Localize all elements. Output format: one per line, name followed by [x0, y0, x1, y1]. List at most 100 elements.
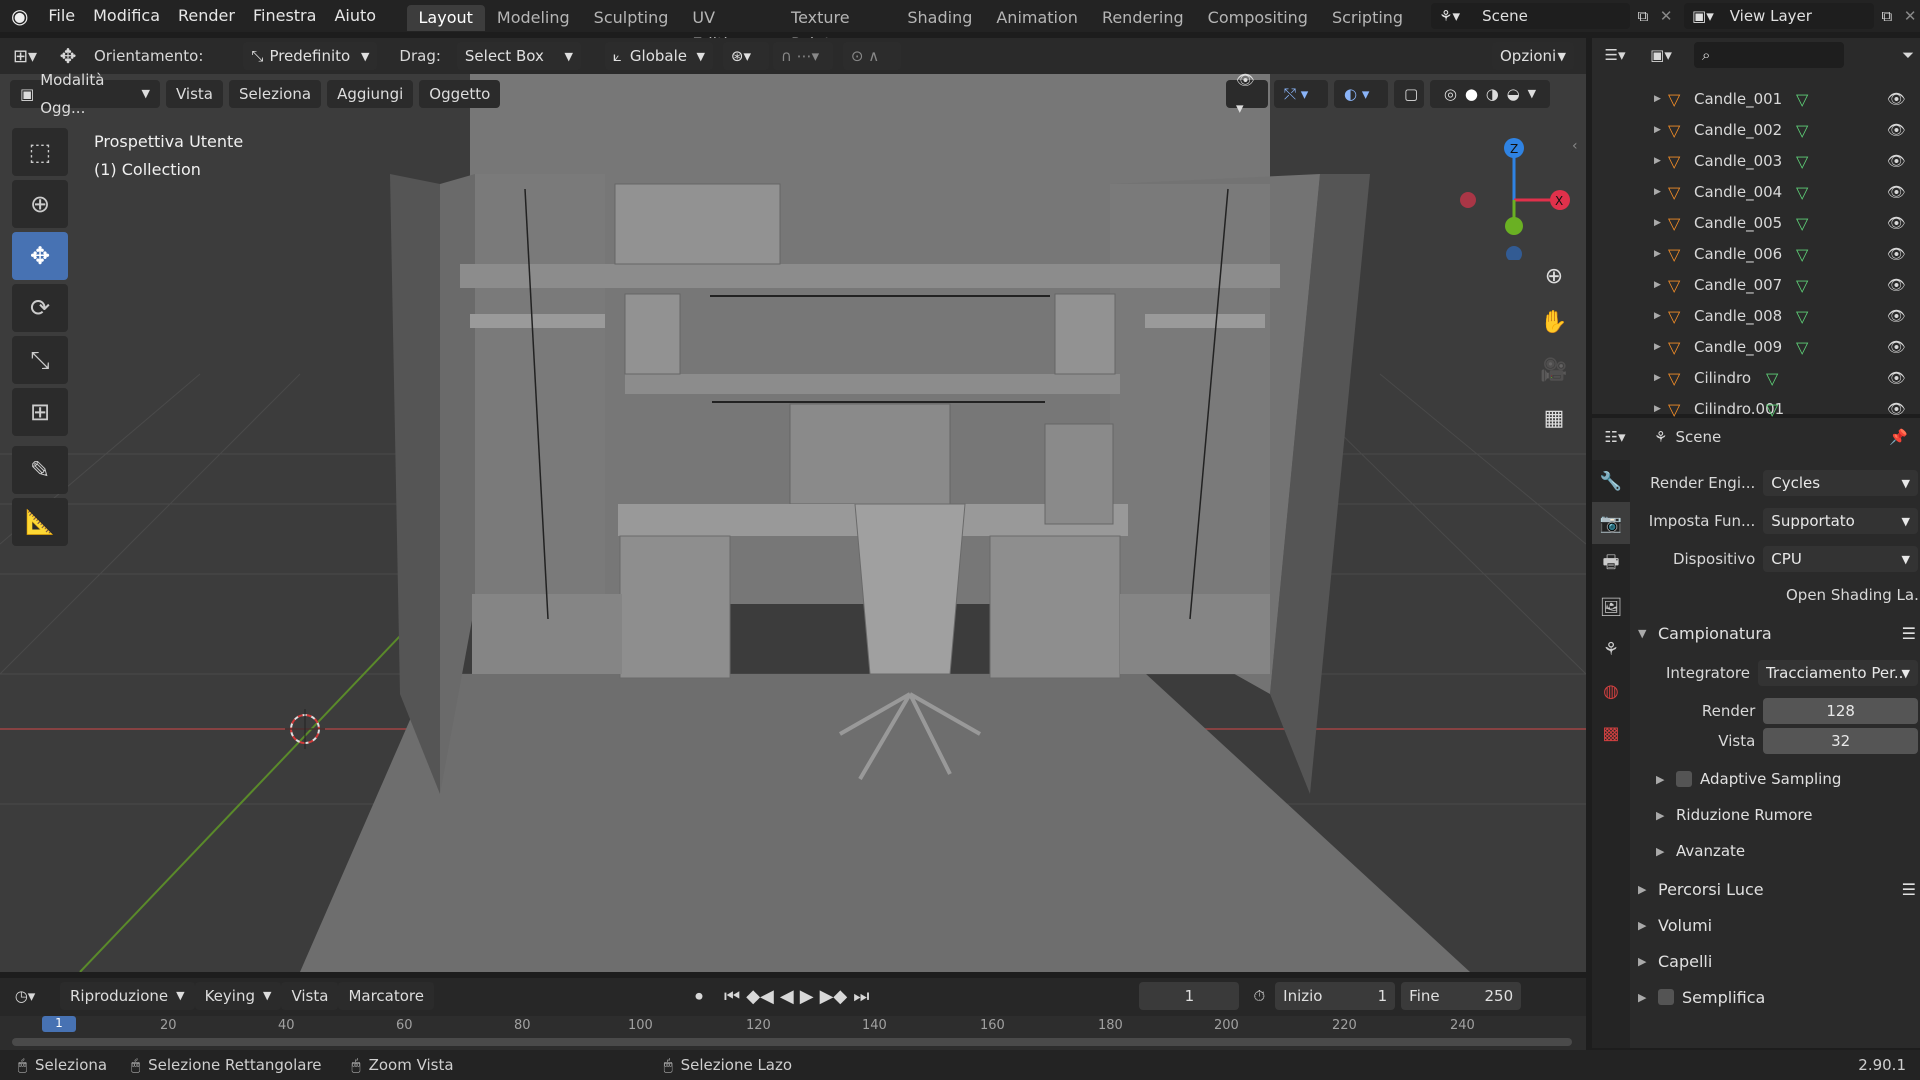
jump-start-icon[interactable]: ⏮	[724, 986, 740, 1007]
options-dropdown[interactable]: Opzioni ▼	[1492, 42, 1574, 70]
tab-uv-editing[interactable]: UV Editing	[680, 5, 779, 53]
eye-icon[interactable]: 👁	[1887, 307, 1906, 325]
menu-view[interactable]: Vista	[166, 80, 223, 108]
outliner-row[interactable]: ▶ ▽ Candle_002 ▽ 👁	[1592, 115, 1920, 145]
move-tool-button[interactable]: ✥	[12, 232, 68, 280]
scale-tool-icon[interactable]: ⤡	[12, 336, 68, 384]
solid-icon[interactable]: ●	[1465, 80, 1478, 108]
record-button[interactable]: ⏺	[684, 987, 714, 1005]
simplify-checkbox[interactable]	[1658, 989, 1674, 1005]
eye-icon[interactable]: 👁	[1887, 338, 1906, 356]
tab-scripting[interactable]: Scripting	[1320, 5, 1415, 31]
next-keyframe-icon[interactable]: ▶◆	[820, 986, 848, 1007]
osl-row[interactable]: Open Shading La...	[1632, 580, 1920, 610]
eye-icon[interactable]: 👁	[1887, 121, 1906, 139]
delete-view-layer-icon[interactable]: ✕	[1900, 7, 1920, 25]
view-layer-selector[interactable]: ▣▾ View Layer	[1684, 3, 1874, 29]
tab-sculpting[interactable]: Sculpting	[582, 5, 681, 31]
denoising-subpanel[interactable]: ▶ Riduzione Rumore	[1638, 800, 1916, 830]
menu-edit[interactable]: Modifica	[84, 0, 169, 32]
pan-hand-icon[interactable]: ✋	[1534, 302, 1574, 342]
expand-arrow-icon[interactable]: ▶	[1654, 156, 1668, 166]
mode-dropdown[interactable]: ▣ Modalità Ogg... ▼	[10, 71, 160, 117]
eye-icon[interactable]: 👁	[1887, 369, 1906, 387]
chevron-down-icon[interactable]: ▼	[1528, 80, 1536, 108]
tab-shading[interactable]: Shading	[895, 5, 984, 31]
play-reverse-icon[interactable]: ◀	[780, 986, 794, 1007]
xray-icon[interactable]: ▢	[1394, 80, 1424, 108]
annotate-tool-icon[interactable]: ✎	[12, 446, 68, 494]
eye-icon[interactable]: 👁	[1887, 90, 1906, 108]
start-frame-field[interactable]: Inizio 1	[1275, 982, 1396, 1010]
filter-icon[interactable]: ⏷	[1902, 46, 1914, 64]
expand-arrow-icon[interactable]: ▶	[1654, 218, 1668, 228]
transform-orientation-dropdown[interactable]: ⟀ Globale ▼	[604, 42, 713, 70]
outliner-row[interactable]: ▶ ▽ Candle_004 ▽ 👁	[1592, 177, 1920, 207]
render-engine-dropdown[interactable]: Cycles ▼	[1763, 470, 1918, 496]
timeline-scrollbar[interactable]	[12, 1038, 1572, 1046]
world-tab-icon[interactable]: ◍	[1592, 670, 1630, 712]
cursor-tool-icon[interactable]: ⊕	[12, 180, 68, 228]
expand-arrow-icon[interactable]: ▶	[1654, 404, 1668, 414]
measure-tool-icon[interactable]: 📐	[12, 498, 68, 546]
gizmo-icon[interactable]: ⤲ ▾	[1274, 80, 1328, 108]
delete-scene-icon[interactable]: ✕	[1656, 7, 1676, 25]
adaptive-sampling-checkbox[interactable]	[1676, 771, 1692, 787]
playback-dropdown[interactable]: Riproduzione ▼	[60, 982, 195, 1010]
render-samples-field[interactable]: 128	[1763, 698, 1918, 724]
timeline-ruler[interactable]: 1 20 40 60 80 100 120 140 160 180 200 22…	[0, 1016, 1586, 1050]
scene-tab-icon[interactable]: ⚘	[1592, 628, 1630, 670]
display-mode-icon[interactable]: ▣▾	[1638, 46, 1684, 64]
visibility-icon[interactable]: 👁▾	[1226, 71, 1268, 117]
snap-icon[interactable]: ∩ ⋯▾	[772, 42, 833, 70]
timeline-editor-icon[interactable]: ◷▾	[0, 987, 50, 1005]
presets-list-icon[interactable]: ☰	[1902, 624, 1916, 643]
drag-dropdown[interactable]: Select Box ▼	[456, 42, 581, 70]
eye-icon[interactable]: 👁	[1887, 400, 1906, 418]
outliner-row[interactable]: ▶ ▽ Candle_005 ▽ 👁	[1592, 208, 1920, 238]
menu-render[interactable]: Render	[169, 0, 244, 32]
light-paths-panel[interactable]: ▶ Percorsi Luce ☰	[1638, 874, 1916, 904]
volumes-panel[interactable]: ▶ Volumi	[1638, 910, 1916, 940]
navigation-gizmo[interactable]: Z X	[1450, 130, 1570, 260]
end-frame-field[interactable]: Fine 250	[1401, 982, 1522, 1010]
shading-modes[interactable]: ◎ ● ◑ ◒ ▼	[1430, 80, 1550, 108]
rendered-icon[interactable]: ◒	[1507, 80, 1520, 108]
eye-icon[interactable]: 👁	[1887, 214, 1906, 232]
menu-help[interactable]: Aiuto	[325, 0, 385, 32]
render-tab-icon[interactable]: 📷	[1592, 502, 1630, 544]
texture-tab-icon[interactable]: ▩	[1592, 712, 1630, 754]
outliner-row[interactable]: ▶ ▽ Candle_003 ▽ 👁	[1592, 146, 1920, 176]
expand-arrow-icon[interactable]: ▶	[1654, 249, 1668, 259]
eye-icon[interactable]: 👁	[1887, 152, 1906, 170]
expand-arrow-icon[interactable]: ▶	[1654, 342, 1668, 352]
outliner-search-input[interactable]: ⌕	[1694, 42, 1844, 68]
expand-arrow-icon[interactable]: ▶	[1654, 311, 1668, 321]
tab-compositing[interactable]: Compositing	[1196, 5, 1320, 31]
overlay-icon[interactable]: ◐ ▾	[1334, 80, 1388, 108]
jump-end-icon[interactable]: ⏭	[853, 986, 869, 1007]
3d-viewport[interactable]: Z X	[0, 74, 1586, 972]
select-box-tool-icon[interactable]: ⬚	[12, 128, 68, 176]
proportional-edit-icon[interactable]: ⊙ ∧	[842, 42, 901, 70]
play-icon[interactable]: ▶	[800, 986, 814, 1007]
hair-panel[interactable]: ▶ Capelli	[1638, 946, 1916, 976]
material-icon[interactable]: ◑	[1486, 80, 1499, 108]
tab-modeling[interactable]: Modeling	[485, 5, 582, 31]
eye-icon[interactable]: 👁	[1887, 276, 1906, 294]
expand-arrow-icon[interactable]: ▶	[1654, 373, 1668, 383]
advanced-subpanel[interactable]: ▶ Avanzate	[1638, 836, 1916, 866]
prev-keyframe-icon[interactable]: ◆◀	[746, 986, 774, 1007]
pivot-point-icon[interactable]: ⊛▾	[722, 42, 769, 70]
eye-icon[interactable]: 👁	[1887, 245, 1906, 263]
menu-object[interactable]: Oggetto	[419, 80, 501, 108]
timeline-view-menu[interactable]: Vista	[281, 982, 339, 1010]
menu-window[interactable]: Finestra	[244, 0, 325, 32]
tab-animation[interactable]: Animation	[984, 5, 1090, 31]
sidebar-toggle-icon[interactable]: ‹	[1572, 138, 1578, 154]
tool-tab-icon[interactable]: 🔧	[1592, 460, 1630, 502]
orientation-dropdown[interactable]: ⤡ Predefinito ▼	[243, 42, 378, 70]
device-dropdown[interactable]: CPU ▼	[1763, 546, 1918, 572]
integrator-dropdown[interactable]: Tracciamento Per... ▼	[1758, 660, 1918, 686]
tab-texture-paint[interactable]: Texture Paint	[779, 5, 895, 53]
